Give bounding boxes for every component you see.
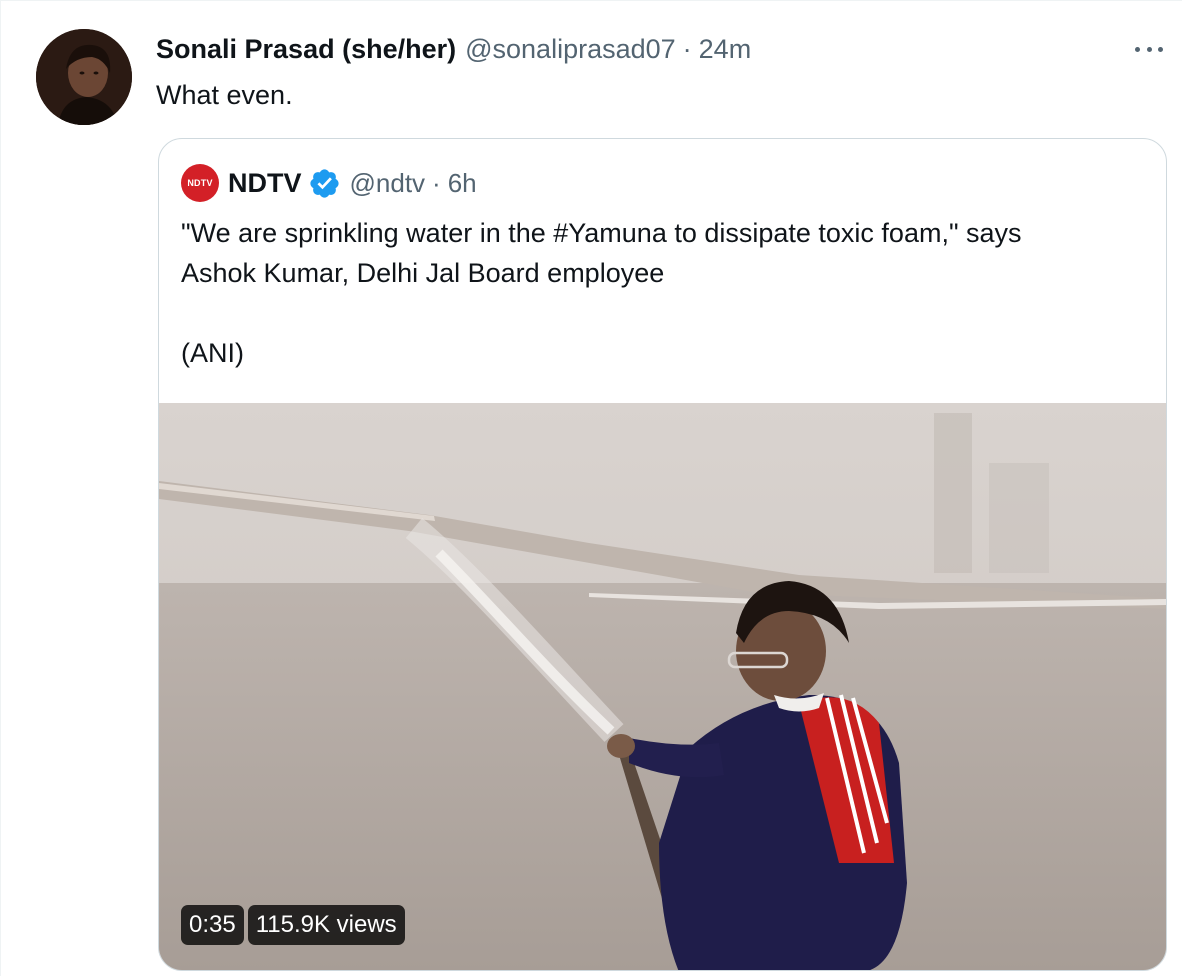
ndtv-avatar[interactable]: NDTV (181, 164, 219, 202)
video-thumbnail (159, 403, 1166, 970)
more-dot (1146, 46, 1152, 52)
more-dot (1135, 46, 1140, 52)
quoted-tweet-header: NDTV NDTV @ndtv · 6h (181, 164, 477, 202)
video-player[interactable]: 0:35 115.9K views (159, 403, 1166, 970)
quoted-text-line: Ashok Kumar, Delhi Jal Board employee (181, 258, 665, 288)
quoted-text-line: (ANI) (181, 338, 244, 368)
quoted-tweet-text: "We are sprinkling water in the #Yamuna … (181, 213, 1141, 373)
tweet-text: What even. (156, 80, 293, 110)
video-badges: 0:35 115.9K views (181, 905, 405, 945)
separator-dot: · (682, 34, 692, 64)
quoted-tweet[interactable]: NDTV NDTV @ndtv · 6h "We are sprinkling … (158, 138, 1167, 971)
more-dot (1158, 46, 1163, 52)
separator-dot: · (432, 167, 441, 198)
more-options-icon[interactable] (1131, 41, 1167, 57)
user-avatar[interactable] (36, 29, 132, 125)
quoted-text-line: "We are sprinkling water in the #Yamuna … (181, 218, 1022, 248)
quoted-timestamp[interactable]: 6h (448, 168, 477, 199)
quoted-user-handle[interactable]: @ndtv (350, 168, 426, 199)
timestamp[interactable]: 24m (699, 31, 752, 67)
video-views: 115.9K views (247, 905, 405, 945)
avatar-image (36, 29, 132, 125)
verified-badge-icon (309, 168, 339, 198)
tweet-header: Sonali Prasad (she/her) @sonaliprasad07 … (156, 31, 751, 67)
ndtv-logo-text: NDTV (187, 178, 213, 188)
video-duration: 0:35 (181, 905, 244, 945)
display-name[interactable]: Sonali Prasad (she/her) (156, 31, 456, 67)
user-handle[interactable]: @sonaliprasad07 (465, 31, 676, 67)
quoted-display-name[interactable]: NDTV (228, 168, 302, 199)
tweet[interactable]: Sonali Prasad (she/her) @sonaliprasad07 … (0, 0, 1182, 976)
